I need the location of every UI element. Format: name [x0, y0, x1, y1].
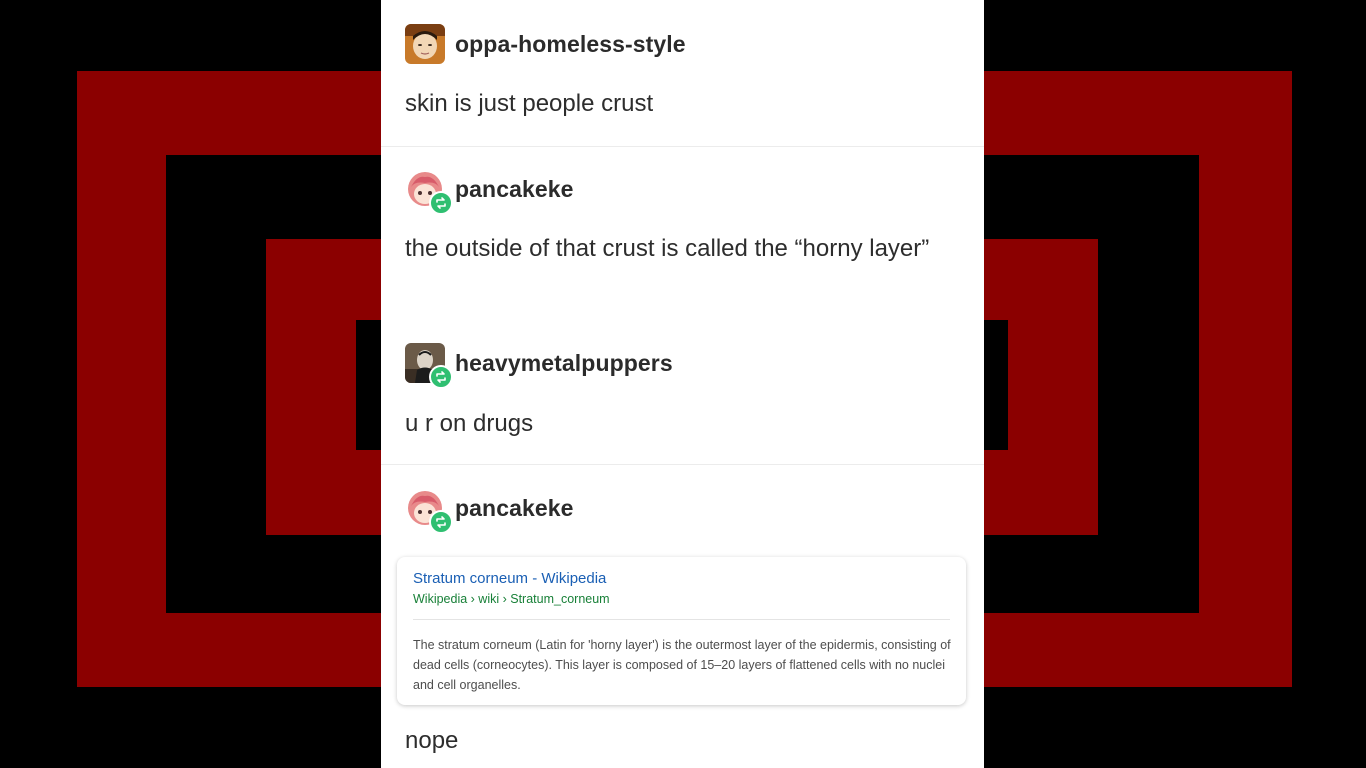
reblog-icon — [429, 191, 453, 215]
divider — [381, 464, 984, 465]
post-header[interactable]: oppa-homeless-style — [405, 23, 686, 65]
post-text: nope — [405, 727, 459, 754]
post-text: the outside of that crust is called the … — [405, 235, 930, 262]
reblog-icon — [429, 510, 453, 534]
post-header[interactable]: pancakeke — [405, 168, 574, 215]
username[interactable]: oppa-homeless-style — [455, 31, 686, 58]
post-header[interactable]: heavymetalpuppers — [405, 342, 673, 389]
divider — [413, 619, 950, 620]
post-header[interactable]: pancakeke — [405, 487, 574, 534]
avatar[interactable] — [405, 169, 453, 215]
post-text: skin is just people crust — [405, 90, 654, 117]
reblog-icon — [429, 365, 453, 389]
divider — [381, 146, 984, 147]
screen: oppa-homeless-style skin is just people … — [0, 0, 1366, 768]
wikipedia-result-card[interactable]: Stratum corneum - Wikipedia Wikipedia › … — [397, 557, 966, 705]
username[interactable]: pancakeke — [455, 176, 574, 203]
avatar[interactable] — [405, 343, 453, 389]
avatar[interactable] — [405, 488, 453, 534]
wiki-snippet: The stratum corneum (Latin for 'horny la… — [413, 638, 951, 692]
post-thread: oppa-homeless-style skin is just people … — [381, 0, 984, 768]
avatar[interactable] — [405, 24, 445, 64]
post-text: u r on drugs — [405, 410, 534, 437]
avatar-photo-icon — [405, 24, 445, 64]
wiki-title-link[interactable]: Stratum corneum - Wikipedia — [413, 570, 606, 587]
username[interactable]: heavymetalpuppers — [455, 350, 673, 377]
username[interactable]: pancakeke — [455, 495, 574, 522]
wiki-url[interactable]: Wikipedia › wiki › Stratum_corneum — [413, 592, 610, 606]
